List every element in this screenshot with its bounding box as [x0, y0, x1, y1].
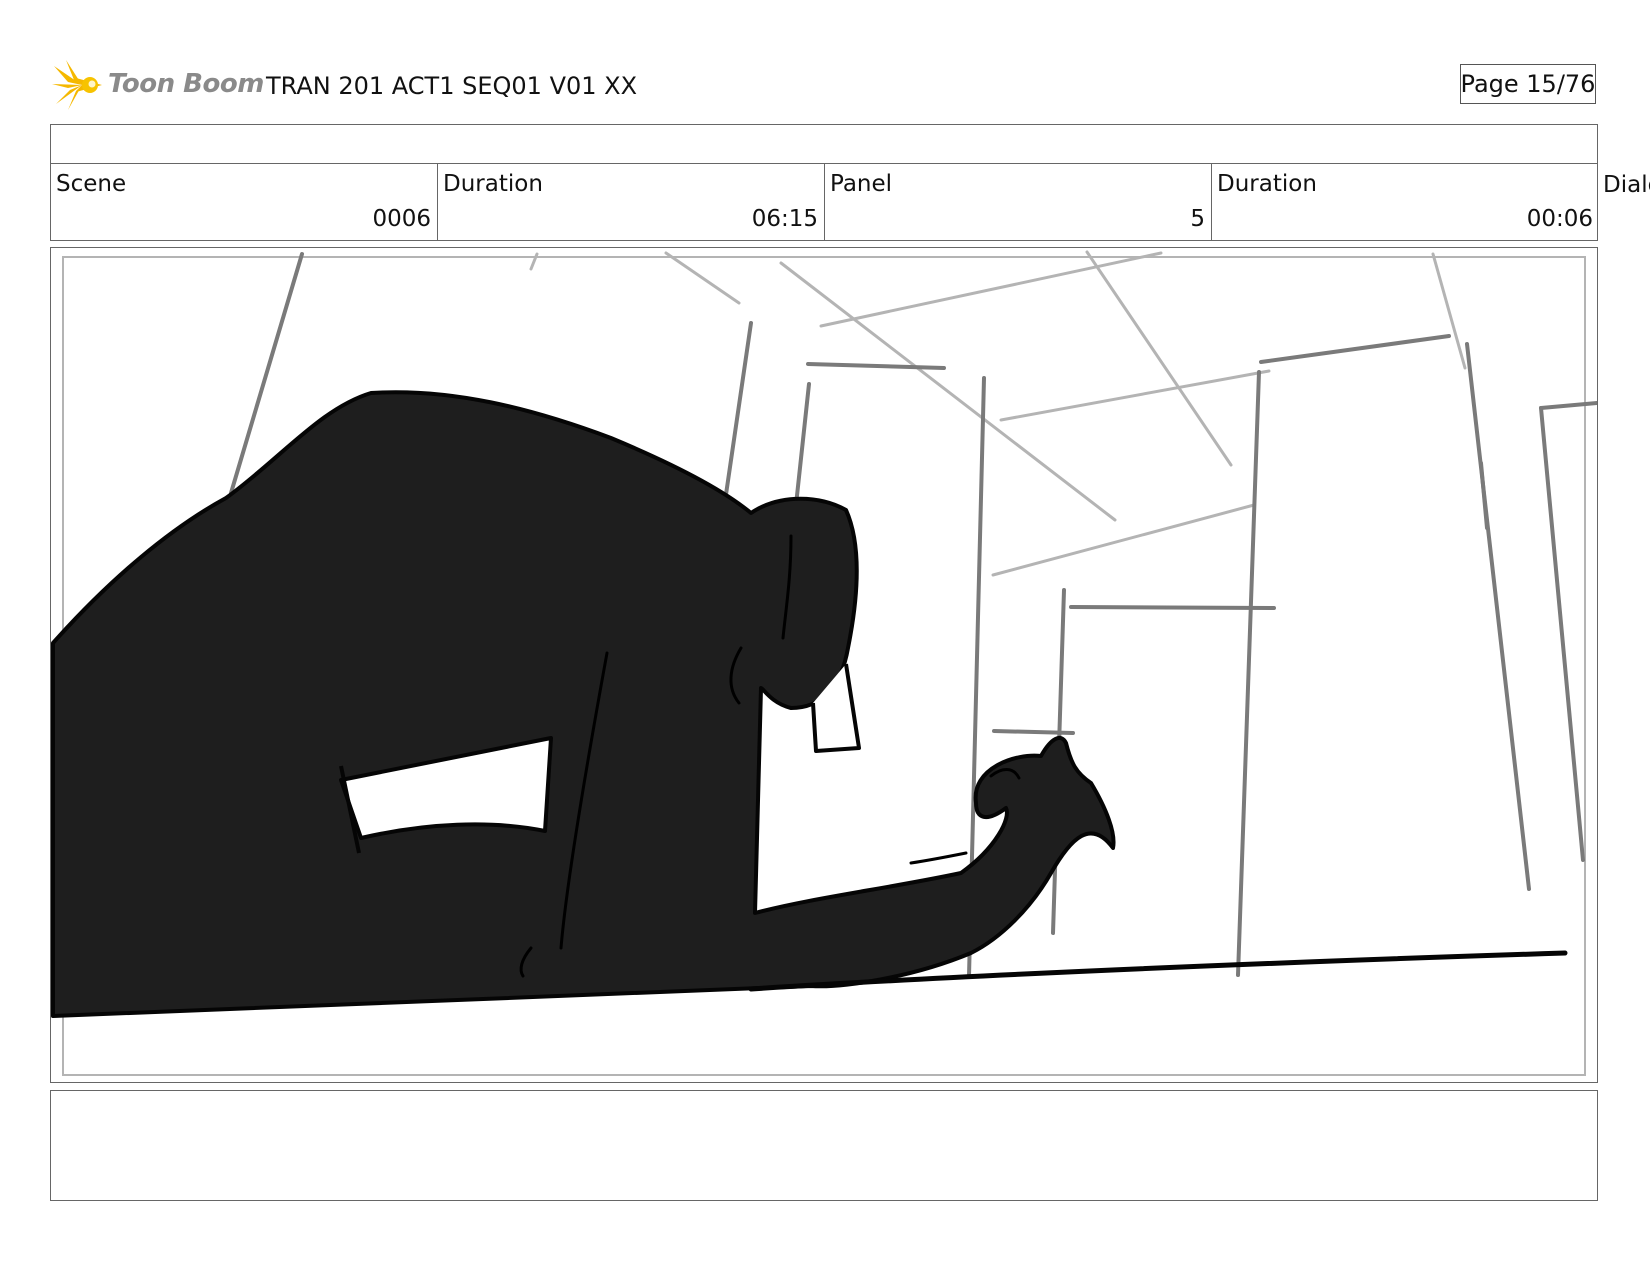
scene-duration-label: Duration: [443, 171, 543, 197]
scene-value: 0006: [372, 206, 431, 232]
sunburst-icon: [52, 60, 102, 110]
top-strip: [50, 124, 1598, 164]
panel-value: 5: [1190, 206, 1205, 232]
scene-label: Scene: [56, 171, 127, 197]
panel-duration-value: 00:06: [1526, 206, 1593, 232]
panel-label: Panel: [830, 171, 893, 197]
scene-duration-value: 06:15: [751, 206, 818, 232]
character-silhouette: [51, 390, 1116, 1018]
logo-text: Toon Boom: [108, 69, 264, 99]
scene-duration-cell: Duration 06:15: [438, 163, 825, 240]
storyboard-sketch: [51, 250, 1597, 1018]
dialog-label: Dialog: [1603, 172, 1650, 198]
panel-frame: [50, 247, 1598, 1083]
scene-cell: Scene 0006: [51, 163, 438, 240]
panel-duration-label: Duration: [1217, 171, 1317, 197]
panel-duration-cell: Duration 00:06: [1212, 163, 1599, 240]
toon-boom-logo: Toon Boom: [52, 58, 264, 112]
action-notes-box: [50, 1090, 1598, 1201]
panel-cell: Panel 5: [825, 163, 1212, 240]
document-title: TRAN 201 ACT1 SEQ01 V01 XX: [266, 72, 638, 100]
page-number: Page 15/76: [1460, 64, 1596, 104]
info-row: Scene 0006 Duration 06:15 Panel 5 Durati…: [50, 163, 1598, 241]
